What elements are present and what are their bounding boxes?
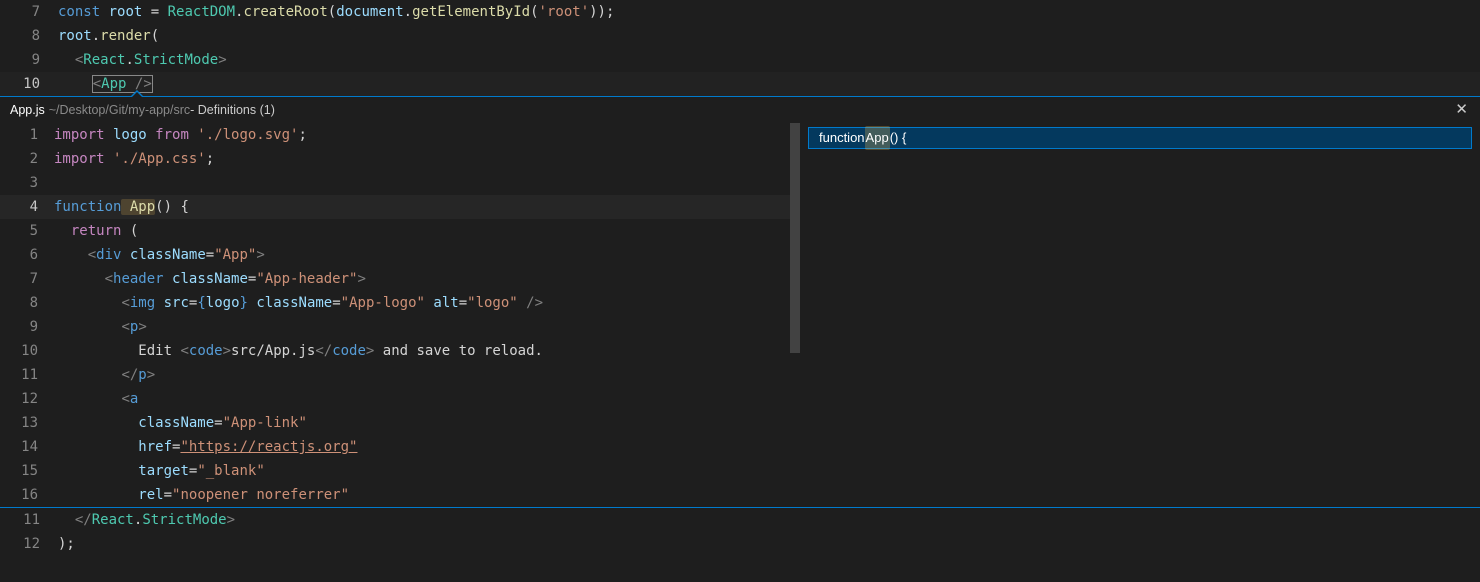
peek-references-list[interactable]: function App() {: [800, 123, 1480, 507]
line-number: 12: [0, 532, 58, 556]
code-line[interactable]: 12 );: [0, 532, 1480, 556]
code-line[interactable]: 9 <React.StrictMode>: [0, 48, 1480, 72]
line-number: 10: [0, 72, 58, 96]
reference-item[interactable]: function App() {: [808, 127, 1472, 149]
line-number: 9: [0, 48, 58, 72]
peek-editor[interactable]: 1import logo from './logo.svg'; 2import …: [0, 123, 800, 507]
code-line[interactable]: 8 root.render(: [0, 24, 1480, 48]
code-editor[interactable]: 7 const root = ReactDOM.createRoot(docum…: [0, 0, 1480, 556]
peek-definition-widget: App.js ~/Desktop/Git/my-app/src - Defini…: [0, 96, 1480, 508]
line-number: 7: [0, 0, 58, 24]
code-line[interactable]: 7 const root = ReactDOM.createRoot(docum…: [0, 0, 1480, 24]
peek-header: App.js ~/Desktop/Git/my-app/src - Defini…: [0, 97, 1480, 123]
code-line[interactable]: 11 </React.StrictMode>: [0, 508, 1480, 532]
close-icon[interactable]: ✕: [1453, 98, 1470, 122]
line-number: 11: [0, 508, 58, 532]
code-line-active[interactable]: 10 <App />: [0, 72, 1480, 96]
peek-path: ~/Desktop/Git/my-app/src: [49, 98, 190, 122]
peek-definitions-count: - Definitions (1): [190, 98, 275, 122]
peek-filename[interactable]: App.js: [10, 98, 45, 122]
line-number: 8: [0, 24, 58, 48]
